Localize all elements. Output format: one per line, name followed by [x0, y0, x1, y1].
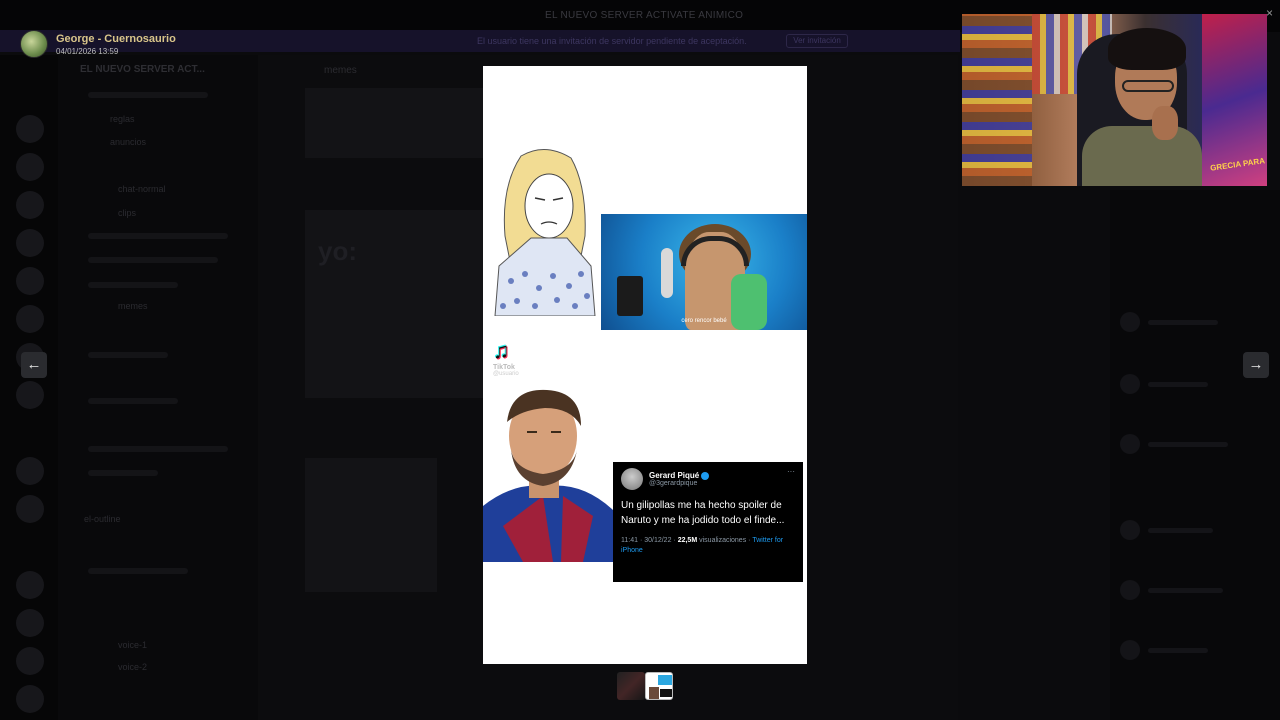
media-thumbnail[interactable]	[617, 672, 645, 700]
channel-list	[58, 55, 258, 720]
channel-placeholder	[88, 398, 178, 404]
arrow-left-icon[interactable]: ←	[21, 352, 47, 378]
close-icon[interactable]: ×	[1266, 6, 1273, 20]
server-icon	[16, 571, 44, 599]
chat-meme-text: yo:	[318, 236, 357, 266]
member-placeholder	[1148, 442, 1228, 447]
member-placeholder	[1148, 648, 1208, 653]
tweet-author-name: Gerard Piqué	[649, 471, 700, 480]
tiktok-user: @usuario	[493, 371, 519, 377]
arrow-right-icon[interactable]: →	[1243, 352, 1269, 378]
server-list	[0, 55, 58, 720]
chat-image	[305, 458, 437, 592]
tweet-meta: 11:41 · 30/12/22 · 22,5M visualizaciones…	[621, 536, 795, 556]
member-avatar	[1120, 312, 1140, 332]
channel-placeholder	[88, 352, 168, 358]
invite-banner-text: El usuario tiene una invitación de servi…	[477, 36, 747, 46]
server-icon	[16, 115, 44, 143]
member-avatar	[1120, 580, 1140, 600]
member-placeholder	[1148, 588, 1223, 593]
invite-banner-button: Ver invitación	[786, 34, 848, 48]
tweet-views: 22,5M	[677, 537, 698, 544]
webcam-person-body	[1082, 126, 1202, 186]
uploader-name[interactable]: George - Cuernosaurio	[56, 33, 176, 45]
tiktok-label: TikTok	[493, 364, 515, 371]
channel-placeholder	[88, 257, 218, 263]
member-avatar	[1120, 640, 1140, 660]
uploader-avatar[interactable]	[20, 30, 48, 58]
channel-item: voice-1	[118, 640, 148, 650]
singer-video-frame: cero rencor bebé	[601, 214, 807, 330]
channel-item: memes	[118, 301, 148, 311]
channel-placeholder	[88, 568, 188, 574]
studio-microphone	[661, 248, 673, 298]
server-icon	[16, 191, 44, 219]
window-title: EL NUEVO SERVER ACTIVATE ANIMICO	[545, 10, 744, 21]
member-avatar	[1120, 520, 1140, 540]
channel-item: voice-2	[118, 662, 148, 672]
upload-date: 04/01/2026 13:59	[56, 46, 119, 56]
server-icon	[16, 153, 44, 181]
more-icon: ···	[787, 467, 795, 476]
channel-placeholder	[88, 446, 228, 452]
verified-badge-icon	[701, 471, 710, 480]
webcam-person-hair	[1108, 28, 1186, 70]
webcam-shelf	[962, 14, 1032, 186]
channel-placeholder	[88, 233, 228, 239]
channel-item: clips	[118, 208, 137, 218]
member-list	[1110, 190, 1280, 720]
server-icon	[16, 647, 44, 675]
webcam-overlay: GRECIA PARA	[962, 14, 1267, 186]
server-icon	[16, 229, 44, 257]
server-icon	[16, 685, 44, 713]
channel-item: chat-normal	[118, 184, 166, 194]
tiktok-watermark: ♫ TikTok @usuario	[493, 338, 519, 377]
tiktok-icon: ♫	[493, 338, 510, 363]
chat-channel-name: memes	[324, 65, 357, 76]
media-thumbnail-active[interactable]	[645, 672, 673, 700]
chat-image	[305, 88, 485, 158]
channel-placeholder	[88, 282, 178, 288]
member-placeholder	[1148, 320, 1218, 325]
channel-item: el-outline	[84, 514, 121, 524]
channel-placeholder	[88, 92, 208, 98]
webcam-person-hand	[1152, 106, 1178, 140]
server-name: EL NUEVO SERVER ACT...	[80, 64, 205, 75]
member-placeholder	[1148, 382, 1208, 387]
server-icon	[16, 457, 44, 485]
studio-speaker	[617, 276, 643, 316]
media-image: cero rencor bebé ♫ TikTok @usuario ··· G…	[483, 66, 807, 664]
singer-caption: cero rencor bebé	[681, 318, 727, 324]
server-icon	[16, 609, 44, 637]
uploader-info: George - Cuernosaurio 04/01/2026 13:59	[20, 30, 176, 58]
server-icon	[16, 267, 44, 295]
pique-photo	[483, 389, 613, 562]
wojak-drawing	[494, 149, 596, 316]
channel-item: reglas	[110, 114, 135, 124]
tweet-views-label: visualizaciones ·	[699, 537, 751, 544]
tweet-text: Un gilipollas me ha hecho spoiler de Nar…	[621, 500, 785, 526]
channel-placeholder	[88, 470, 158, 476]
server-icon	[16, 495, 44, 523]
server-icon	[16, 381, 44, 409]
member-placeholder	[1148, 528, 1213, 533]
channel-item: anuncios	[110, 137, 147, 147]
webcam-person-glasses	[1122, 80, 1174, 92]
tweet-time: 11:41 · 30/12/22 ·	[621, 537, 676, 544]
member-avatar	[1120, 374, 1140, 394]
server-icon	[16, 305, 44, 333]
tweet-avatar	[621, 468, 643, 490]
member-avatar	[1120, 434, 1140, 454]
tweet-card: ··· Gerard Piqué @3gerardpique Un gilipo…	[613, 462, 803, 582]
tweet-handle: @3gerardpique	[649, 480, 698, 487]
